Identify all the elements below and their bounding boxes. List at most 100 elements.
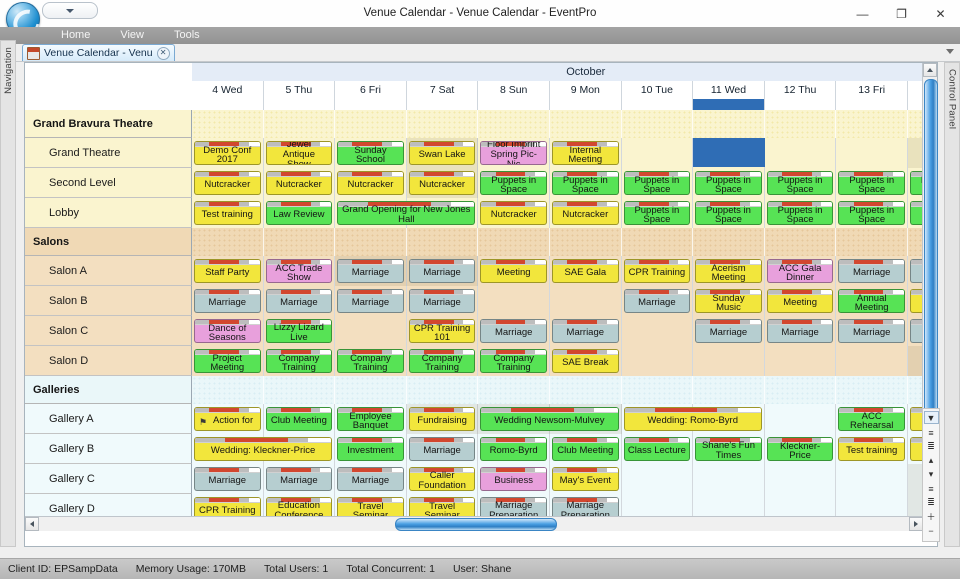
calendar-event[interactable]: Marriage [408, 259, 476, 283]
calendar-event[interactable]: Grand Opening for New Jones Hall [337, 201, 476, 225]
group-down-icon[interactable]: ≣ [925, 497, 938, 508]
calendar-event[interactable]: Puppets in Space [623, 171, 691, 195]
calendar-cell[interactable] [765, 404, 837, 434]
day-header-0[interactable]: 4 Wed [192, 81, 264, 99]
calendar-event[interactable]: Marriage [265, 467, 333, 491]
scroll-up-icon[interactable]: ▴ [925, 455, 938, 466]
calendar-event[interactable]: Marriage [337, 467, 404, 491]
calendar-event[interactable]: Wedding: Kleckner-Price [194, 437, 333, 461]
day-subheader-1[interactable] [263, 99, 336, 110]
calendar-cell[interactable] [765, 464, 837, 494]
day-header-2[interactable]: 6 Fri [335, 81, 407, 99]
day-header-8[interactable]: 12 Thu [764, 81, 837, 99]
calendar-event[interactable]: Test training [194, 201, 261, 225]
calendar-cell[interactable] [622, 316, 694, 346]
scroll-left-button[interactable] [25, 517, 39, 531]
calendar-event[interactable]: Marriage [838, 259, 905, 283]
day-header-7[interactable]: 11 Wed [693, 81, 765, 99]
calendar-event[interactable]: Puppets in Space [623, 201, 691, 225]
horizontal-scrollbar[interactable] [25, 516, 923, 531]
calendar-cell[interactable] [550, 286, 622, 316]
navigation-dock[interactable]: Navigation [0, 40, 16, 547]
scroll-down-icon[interactable]: ▾ [925, 469, 938, 480]
group-up-icon[interactable]: ≡ [925, 483, 938, 494]
calendar-event[interactable]: Sunday School [337, 141, 404, 165]
resource-name[interactable]: Salon A [25, 256, 192, 286]
calendar-event[interactable]: ACC Rehearsal [838, 407, 905, 431]
calendar-cell[interactable] [622, 138, 694, 168]
calendar-event[interactable]: Wedding Newsom-Mulvey [480, 407, 619, 431]
calendar-cell[interactable] [335, 316, 407, 346]
day-subheader-6[interactable] [621, 99, 694, 110]
collapse-all-icon[interactable]: ≡ [925, 427, 938, 438]
calendar-cell[interactable] [765, 346, 837, 376]
calendar-event[interactable]: ACC Trade Show [265, 259, 333, 283]
calendar-cell[interactable] [622, 464, 694, 494]
day-subheader-7[interactable] [693, 99, 765, 110]
calendar-event[interactable]: Marriage [408, 437, 476, 461]
filter-icon[interactable]: ▼ [923, 411, 939, 424]
day-header-10[interactable]: 14 [908, 81, 923, 99]
menu-item-tools[interactable]: Tools [159, 27, 215, 44]
section-header-label[interactable]: Salons [25, 228, 192, 256]
calendar-event[interactable]: Dance of Seasons [194, 319, 261, 343]
scroll-right-button[interactable] [909, 517, 923, 531]
control-panel-dock[interactable]: Control Panel [944, 62, 960, 547]
calendar-event[interactable]: Puppets in Space [695, 171, 762, 195]
day-subheader-4[interactable] [478, 99, 550, 110]
zoom-out-icon[interactable]: − [925, 525, 938, 536]
calendar-event[interactable]: Nutcracker [480, 201, 547, 225]
calendar-cell[interactable] [836, 346, 908, 376]
menu-item-view[interactable]: View [105, 27, 159, 44]
calendar-event[interactable]: Marriage [766, 319, 834, 343]
day-header-5[interactable]: 9 Mon [550, 81, 622, 99]
calendar-event[interactable]: Marriage [695, 319, 762, 343]
day-header-9[interactable]: 13 Fri [836, 81, 908, 99]
horizontal-scroll-thumb[interactable] [395, 518, 557, 531]
calendar-event[interactable]: Fundraising [408, 407, 476, 431]
calendar-event[interactable]: Marriage [337, 289, 404, 313]
scroll-up-button[interactable] [923, 63, 937, 77]
calendar-event[interactable]: CPR Training 101 [408, 319, 476, 343]
calendar-event[interactable]: SAE Break [552, 349, 619, 373]
calendar-event[interactable]: Club Meeting [265, 407, 333, 431]
day-subheader-10[interactable] [908, 99, 923, 110]
calendar-event[interactable]: Sunday Music [695, 289, 762, 313]
calendar-cell[interactable] [693, 464, 765, 494]
calendar-event[interactable]: Wedding: Romo-Byrd [623, 407, 762, 431]
calendar-event[interactable]: Marriage [480, 319, 547, 343]
calendar-event[interactable]: Shane's Fun Times [695, 437, 762, 461]
calendar-event[interactable]: Law Review [265, 201, 333, 225]
calendar-cell[interactable] [693, 346, 765, 376]
calendar-event[interactable]: Nutcracker [337, 171, 404, 195]
calendar-event[interactable]: Marriage [337, 259, 404, 283]
calendar-event[interactable]: Puppets in Space [480, 171, 547, 195]
resource-name[interactable]: Gallery A [25, 404, 192, 434]
calendar-event[interactable]: SAE Gala [552, 259, 619, 283]
day-subheader-3[interactable] [406, 99, 479, 110]
resource-name[interactable]: Gallery B [25, 434, 192, 464]
calendar-event[interactable]: Class Lecture [623, 437, 691, 461]
close-button[interactable]: ✕ [921, 0, 960, 27]
calendar-event[interactable]: Marriage [838, 319, 905, 343]
calendar-event[interactable]: Lizzy Lizard Live [265, 319, 333, 343]
calendar-event[interactable]: Caller Foundation [408, 467, 476, 491]
calendar-event[interactable]: Floor Imprint Spring Pic-Nic [480, 141, 547, 165]
chevron-down-icon[interactable] [946, 49, 954, 54]
calendar-event[interactable]: Demo Conf 2017 [194, 141, 261, 165]
calendar-event[interactable]: Marriage [265, 289, 333, 313]
calendar-event[interactable]: Meeting [766, 289, 834, 313]
calendar-cell[interactable] [622, 346, 694, 376]
day-header-6[interactable]: 10 Tue [621, 81, 694, 99]
calendar-cell[interactable] [765, 138, 837, 168]
calendar-event[interactable]: Romo-Byrd [480, 437, 547, 461]
resource-name[interactable]: Salon D [25, 346, 192, 376]
calendar-event[interactable]: Investment [337, 437, 404, 461]
resource-name[interactable]: Gallery C [25, 464, 192, 494]
calendar-event[interactable]: Project Meeting [194, 349, 261, 373]
maximize-button[interactable]: ❐ [882, 0, 921, 27]
calendar-event[interactable]: Nutcracker [552, 201, 619, 225]
resource-name[interactable]: Second Level [25, 168, 192, 198]
calendar-event[interactable]: CPR Training [623, 259, 691, 283]
calendar-event[interactable]: Company Training [408, 349, 476, 373]
